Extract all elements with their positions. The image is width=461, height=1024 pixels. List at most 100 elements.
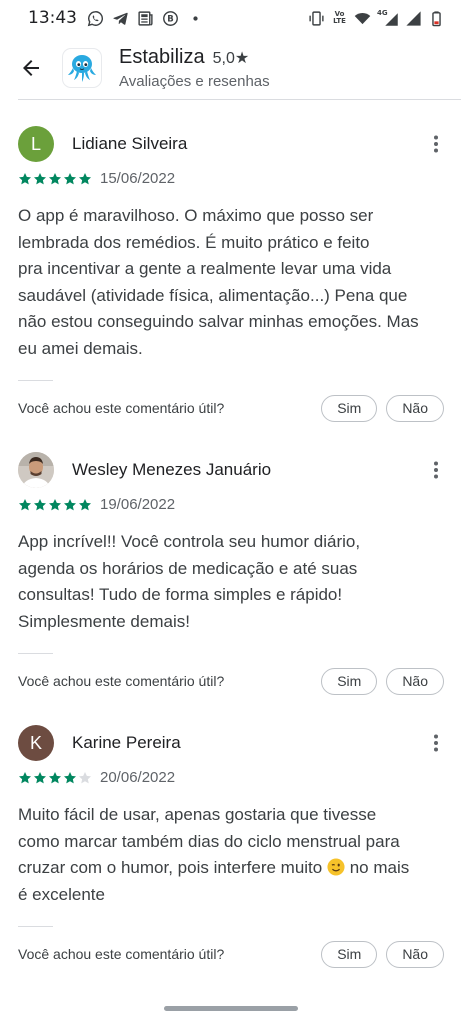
star-filled-icon xyxy=(33,498,47,510)
telegram-icon xyxy=(112,10,129,27)
helpful-buttons: Sim Não xyxy=(321,667,444,695)
battery-icon xyxy=(428,10,445,27)
app-name: Estabiliza xyxy=(119,46,205,68)
short-divider xyxy=(18,380,53,381)
signal-4g-icon: 4G xyxy=(377,9,399,27)
more-vert-icon xyxy=(434,461,438,479)
review-text-segment: no mais xyxy=(349,858,410,877)
review-text-line: como marcar também dias do ciclo menstru… xyxy=(18,831,400,851)
short-divider xyxy=(18,653,53,654)
app-header: Estabiliza 5,0★ Avaliações e resenhas xyxy=(0,36,461,100)
review-date: 20/06/2022 xyxy=(100,769,176,786)
yes-button[interactable]: Sim xyxy=(321,667,378,695)
review-text-line: lembrada dos remédios. É muito prático e… xyxy=(18,232,370,252)
signal-icon xyxy=(405,10,422,27)
short-divider xyxy=(18,926,53,927)
helpful-buttons: Sim Não xyxy=(321,940,444,968)
b-badge-icon: B xyxy=(162,10,179,27)
status-bar: 13:43 B Vo LTE 4G xyxy=(0,0,461,36)
wifi-icon xyxy=(354,10,371,27)
no-button[interactable]: Não xyxy=(386,940,444,968)
review-text-segment: cruzar com o humor, pois interfere muito xyxy=(18,858,323,877)
no-button[interactable]: Não xyxy=(386,394,444,422)
yes-button[interactable]: Sim xyxy=(321,394,378,422)
review-header: L Lidiane Silveira xyxy=(18,125,448,163)
review-header: Wesley Menezes Januário xyxy=(18,451,448,489)
star-empty-icon xyxy=(78,771,92,783)
review-text-line: agenda os horários de medicação e até su… xyxy=(18,558,358,578)
reviewer-name: Lidiane Silveira xyxy=(72,134,188,153)
volte-icon: Vo LTE xyxy=(333,10,346,25)
status-time: 13:43 xyxy=(28,8,77,28)
review-header: K Karine Pereira xyxy=(18,724,448,762)
review-text-line: Simplesmente demais! xyxy=(18,611,190,631)
more-options-button[interactable] xyxy=(424,458,448,482)
star-filled-icon xyxy=(18,498,32,510)
header-title-row: Estabiliza 5,0★ xyxy=(119,46,270,69)
system-icons: Vo LTE 4G xyxy=(308,9,445,27)
review-text-line: Muito fácil de usar, apenas gostaria que… xyxy=(18,805,377,824)
star-filled-icon xyxy=(78,498,92,510)
helpful-row: Você achou este comentário útil? Sim Não xyxy=(18,394,444,422)
yes-button[interactable]: Sim xyxy=(321,940,378,968)
header-subtitle: Avaliações e resenhas xyxy=(119,73,270,90)
star-filled-icon xyxy=(18,172,32,184)
review-text-line: consultas! Tudo de forma simples e rápid… xyxy=(18,585,343,604)
more-options-button[interactable] xyxy=(424,731,448,755)
review-date: 19/06/2022 xyxy=(100,496,176,513)
avatar-letter: K xyxy=(29,732,42,753)
more-vert-icon xyxy=(434,135,438,153)
review-date: 15/06/2022 xyxy=(100,170,176,187)
helpful-question: Você achou este comentário útil? xyxy=(18,673,225,689)
review-text-line: é excelente xyxy=(18,884,105,904)
review-text: Muito fácil de usar, apenas gostaria que… xyxy=(18,802,448,908)
star-rating xyxy=(18,771,92,785)
whatsapp-icon xyxy=(87,10,104,27)
more-options-button[interactable] xyxy=(424,132,448,156)
review-text-line: saudável (atividade física, alimentação.… xyxy=(18,285,408,305)
avatar: L xyxy=(18,126,54,162)
back-button[interactable] xyxy=(11,48,51,88)
avatar: K xyxy=(18,725,54,761)
star-filled-icon xyxy=(48,172,62,184)
helpful-row: Você achou este comentário útil? Sim Não xyxy=(18,940,444,968)
app-icon xyxy=(63,49,101,87)
star-filled-icon xyxy=(33,172,47,184)
reviewer-name: Karine Pereira xyxy=(72,733,181,752)
star-filled-icon xyxy=(48,498,62,510)
helpful-row: Você achou este comentário útil? Sim Não xyxy=(18,667,444,695)
news-icon xyxy=(137,10,154,27)
star-filled-icon xyxy=(18,771,32,783)
rating-row: 19/06/2022 xyxy=(18,496,175,513)
home-indicator[interactable] xyxy=(164,1006,298,1011)
review-text-line: App incrível!! Você controla seu humor d… xyxy=(18,532,361,551)
star-filled-icon xyxy=(78,172,92,184)
star-filled-icon xyxy=(63,172,77,184)
star-rating xyxy=(18,172,92,186)
svg-text:B: B xyxy=(167,14,173,24)
arrow-back-icon xyxy=(23,60,39,76)
vibrate-icon xyxy=(308,10,325,27)
header-text: Estabiliza 5,0★ Avaliações e resenhas xyxy=(119,46,270,90)
review-text-line: O app é maravilhoso. O máximo que posso … xyxy=(18,206,374,225)
rating-row: 15/06/2022 xyxy=(18,170,175,187)
review-text-line-with-emoji: cruzar com o humor, pois interfere muito… xyxy=(18,855,448,882)
notification-icons: B xyxy=(87,10,204,27)
review-text: O app é maravilhoso. O máximo que posso … xyxy=(18,203,448,362)
review-text-line: pra incentivar a gente a realmente levar… xyxy=(18,259,392,278)
avatar-photo xyxy=(18,452,54,488)
star-filled-icon xyxy=(63,498,77,510)
star-filled-icon xyxy=(63,771,77,783)
wink-emoji-icon xyxy=(327,858,345,876)
no-button[interactable]: Não xyxy=(386,667,444,695)
review-text: App incrível!! Você controla seu humor d… xyxy=(18,529,448,635)
rating-row: 20/06/2022 xyxy=(18,769,175,786)
star-rating xyxy=(18,498,92,512)
helpful-question: Você achou este comentário útil? xyxy=(18,946,225,962)
star-filled-icon xyxy=(33,771,47,783)
more-vert-icon xyxy=(434,734,438,752)
app-rating: 5,0★ xyxy=(212,50,250,67)
review-text-line: eu amei demais. xyxy=(18,338,143,358)
header-divider xyxy=(18,99,461,100)
avatar-letter: L xyxy=(30,133,41,154)
